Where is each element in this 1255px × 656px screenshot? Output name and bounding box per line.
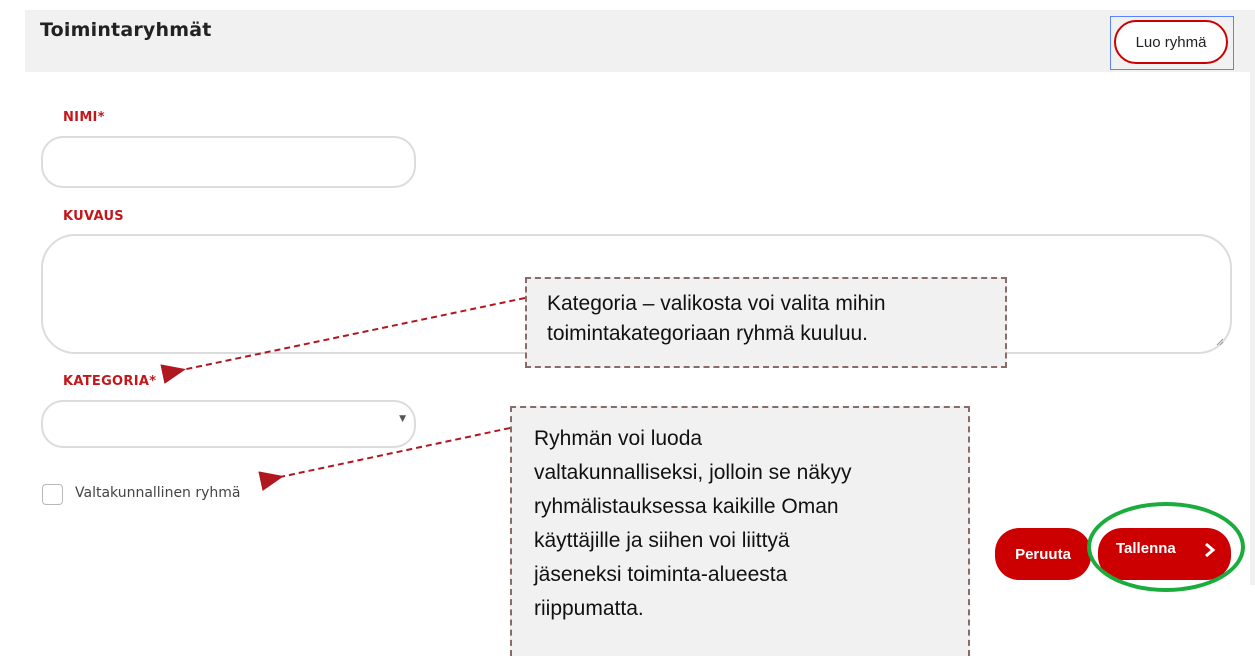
page-title: Toimintaryhmät (40, 19, 212, 41)
national-group-checkbox[interactable] (42, 484, 63, 505)
national-callout-line: Ryhmän voi luoda (534, 427, 703, 450)
national-callout-line: valtakunnalliseksi, jolloin se näkyy (534, 461, 852, 484)
create-group-button[interactable]: Luo ryhmä (1114, 20, 1228, 64)
national-group-label: Valtakunnallinen ryhmä (75, 485, 241, 501)
save-button[interactable]: Tallenna (1098, 528, 1231, 580)
chevron-down-icon: ▼ (399, 414, 406, 424)
national-callout: Ryhmän voi luoda valtakunnalliseksi, jol… (510, 406, 970, 656)
national-callout-line: jäseneksi toiminta-alueesta (534, 563, 788, 586)
chevron-right-icon (1203, 539, 1217, 565)
create-group-focus-outline: Luo ryhmä (1110, 16, 1234, 70)
resize-grip-icon[interactable] (1216, 338, 1224, 346)
national-callout-line: riippumatta. (534, 597, 644, 620)
category-label: KATEGORIA* (63, 374, 157, 389)
name-input[interactable] (41, 136, 416, 188)
category-callout-line: Kategoria – valikosta voi valita mihin (547, 292, 886, 315)
panel-header: Toimintaryhmät Luo ryhmä (25, 10, 1255, 72)
description-label: KUVAUS (63, 209, 124, 224)
cancel-button[interactable]: Peruuta (995, 528, 1091, 580)
name-label: NIMI* (63, 110, 105, 125)
category-select[interactable]: ▼ (41, 400, 416, 448)
save-button-label: Tallenna (1116, 540, 1176, 557)
national-callout-line: ryhmälistauksessa kaikille Oman (534, 495, 839, 518)
national-callout-line: käyttäjille ja siihen voi liittyä (534, 529, 790, 552)
category-callout-line: toimintakategoriaan ryhmä kuuluu. (547, 322, 869, 345)
category-callout: Kategoria – valikosta voi valita mihin t… (525, 277, 1007, 368)
